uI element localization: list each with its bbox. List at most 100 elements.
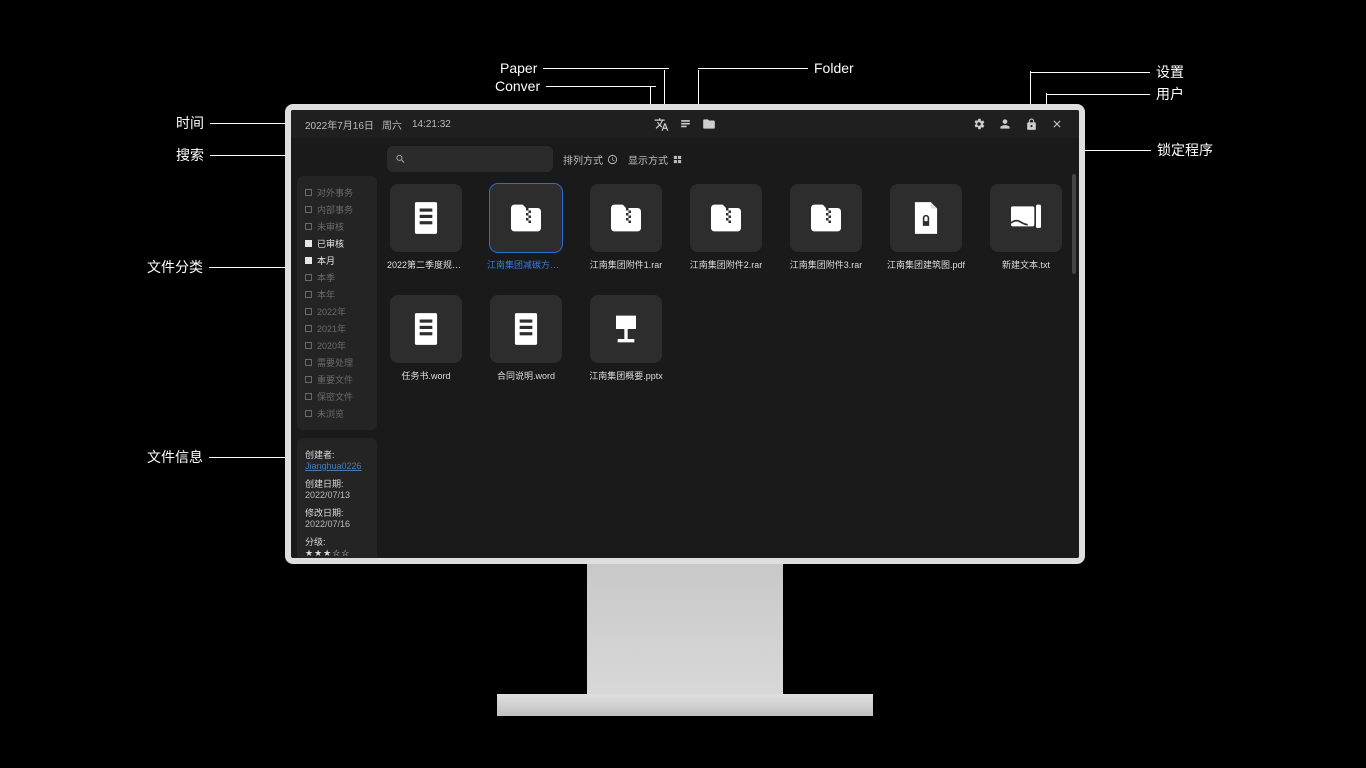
category-item[interactable]: 已审核 bbox=[303, 235, 371, 252]
file-label: 2022第二季度规划... bbox=[387, 258, 465, 271]
category-item[interactable]: 对外事务 bbox=[303, 184, 371, 201]
category-item[interactable]: 重要文件 bbox=[303, 371, 371, 388]
category-item[interactable]: 本月 bbox=[303, 252, 371, 269]
sidebar: 对外事务内部事务未审核已审核本月本季本年 2022年 2021年2020年需要处理重… bbox=[291, 138, 383, 558]
rating-stars: ★★★☆☆ bbox=[305, 548, 350, 558]
category-item[interactable]: 2020年 bbox=[303, 337, 371, 354]
checkbox-icon bbox=[305, 376, 312, 383]
zip-file-icon bbox=[690, 184, 762, 252]
checkbox-icon bbox=[305, 291, 312, 298]
checkbox-icon bbox=[305, 393, 312, 400]
file-label: 江南集团减碳方案.rar bbox=[487, 258, 565, 271]
file-label: 江南集团附件3.rar bbox=[790, 258, 863, 271]
callout-paper: Paper bbox=[500, 60, 669, 76]
category-item[interactable]: 内部事务 bbox=[303, 201, 371, 218]
file-label: 江南集团概要.pptx bbox=[589, 369, 663, 382]
file-info-panel: 创建者: Jianghua0226 创建日期: 2022/07/13 修改日期:… bbox=[297, 438, 377, 564]
category-item[interactable]: 2021年 bbox=[303, 320, 371, 337]
weekday-display: 周六 bbox=[382, 117, 402, 132]
callout-search: 搜索 bbox=[176, 145, 290, 165]
checkbox-icon bbox=[305, 189, 312, 196]
zip-file-icon bbox=[790, 184, 862, 252]
checkbox-icon bbox=[305, 308, 312, 315]
doc-file-icon bbox=[490, 295, 562, 363]
scrollbar[interactable] bbox=[1072, 174, 1076, 274]
view-control[interactable]: 显示方式 bbox=[628, 152, 683, 167]
doc-file-icon bbox=[390, 184, 462, 252]
file-grid: 2022第二季度规划... 江南集团减碳方案.rar 江南集团附件1.rar 江南集团… bbox=[387, 182, 1067, 382]
category-item[interactable]: 本季 bbox=[303, 269, 371, 286]
category-item[interactable]: 需要处理 bbox=[303, 354, 371, 371]
rating-label: 分级: bbox=[305, 535, 369, 548]
file-item[interactable]: 江南集团附件1.rar bbox=[587, 184, 665, 271]
sort-control[interactable]: 排列方式 bbox=[563, 152, 618, 167]
checkbox-icon bbox=[305, 359, 312, 366]
category-label: 2022年 bbox=[317, 305, 346, 318]
settings-icon[interactable] bbox=[971, 116, 987, 132]
creator-label: 创建者: bbox=[305, 448, 369, 461]
file-item[interactable]: 江南集团附件3.rar bbox=[787, 184, 865, 271]
category-item[interactable]: 未审核 bbox=[303, 218, 371, 235]
file-item[interactable]: 新建文本.txt bbox=[987, 184, 1065, 271]
category-label: 对外事务 bbox=[317, 186, 353, 199]
app-window: 2022年7月16日 周六 14:21:32 bbox=[285, 104, 1085, 564]
category-label: 未浏览 bbox=[317, 407, 344, 420]
checkbox-icon bbox=[305, 206, 312, 213]
ppt-file-icon bbox=[590, 295, 662, 363]
file-item[interactable]: 江南集团建筑图.pdf bbox=[887, 184, 965, 271]
category-item[interactable]: 2022年 bbox=[303, 303, 371, 320]
checkbox-icon bbox=[305, 257, 312, 264]
modified-value: 2022/07/16 bbox=[305, 519, 350, 529]
main-area: 排列方式 显示方式 2022第二季度规划... 江南集团减碳方案.rar 江南集团附… bbox=[383, 138, 1079, 558]
checkbox-icon bbox=[305, 240, 312, 247]
grid-icon bbox=[672, 154, 683, 165]
clock-icon bbox=[607, 154, 618, 165]
user-icon[interactable] bbox=[997, 116, 1013, 132]
category-label: 需要处理 bbox=[317, 356, 353, 369]
category-label: 未审核 bbox=[317, 220, 344, 233]
file-item[interactable]: 任务书.word bbox=[387, 295, 465, 382]
monitor-stand bbox=[587, 564, 783, 694]
folder-icon[interactable] bbox=[701, 116, 717, 132]
category-item[interactable]: 保密文件 bbox=[303, 388, 371, 405]
category-item[interactable]: 本年 bbox=[303, 286, 371, 303]
file-label: 江南集团建筑图.pdf bbox=[887, 258, 965, 271]
checkbox-icon bbox=[305, 274, 312, 281]
category-label: 重要文件 bbox=[317, 373, 353, 386]
file-item[interactable]: 江南集团减碳方案.rar bbox=[487, 184, 565, 271]
callout-fileinfo: 文件信息 bbox=[147, 447, 289, 467]
txt-file-icon bbox=[990, 184, 1062, 252]
callout-folder: Folder bbox=[698, 60, 854, 76]
topbar: 2022年7月16日 周六 14:21:32 bbox=[291, 110, 1079, 138]
category-label: 保密文件 bbox=[317, 390, 353, 403]
file-item[interactable]: 合同说明.word bbox=[487, 295, 565, 382]
file-label: 新建文本.txt bbox=[1002, 258, 1050, 271]
category-item[interactable]: 未浏览 bbox=[303, 405, 371, 422]
file-label: 江南集团附件1.rar bbox=[590, 258, 663, 271]
callout-user: 用户 bbox=[1046, 84, 1184, 104]
paper-icon[interactable] bbox=[677, 116, 693, 132]
checkbox-icon bbox=[305, 223, 312, 230]
modified-label: 修改日期: bbox=[305, 506, 369, 519]
translate-icon[interactable] bbox=[653, 116, 669, 132]
created-label: 创建日期: bbox=[305, 477, 369, 490]
category-label: 本季 bbox=[317, 271, 335, 284]
search-box[interactable] bbox=[387, 146, 553, 172]
checkbox-icon bbox=[305, 410, 312, 417]
file-item[interactable]: 江南集团概要.pptx bbox=[587, 295, 665, 382]
time-display: 14:21:32 bbox=[412, 119, 451, 130]
creator-link[interactable]: Jianghua0226 bbox=[305, 461, 362, 471]
callout-category: 文件分类 bbox=[147, 257, 289, 277]
date-display: 2022年7月16日 bbox=[305, 117, 374, 132]
file-item[interactable]: 江南集团附件2.rar bbox=[687, 184, 765, 271]
close-icon[interactable] bbox=[1049, 116, 1065, 132]
category-label: 本年 bbox=[317, 288, 335, 301]
file-item[interactable]: 2022第二季度规划... bbox=[387, 184, 465, 271]
lock-icon[interactable] bbox=[1023, 116, 1039, 132]
callout-lock: 锁定程序 bbox=[1063, 140, 1213, 160]
checkbox-icon bbox=[305, 325, 312, 332]
search-input[interactable] bbox=[406, 153, 545, 165]
monitor-base bbox=[497, 694, 873, 716]
zip-file-icon bbox=[590, 184, 662, 252]
search-icon bbox=[395, 153, 406, 165]
